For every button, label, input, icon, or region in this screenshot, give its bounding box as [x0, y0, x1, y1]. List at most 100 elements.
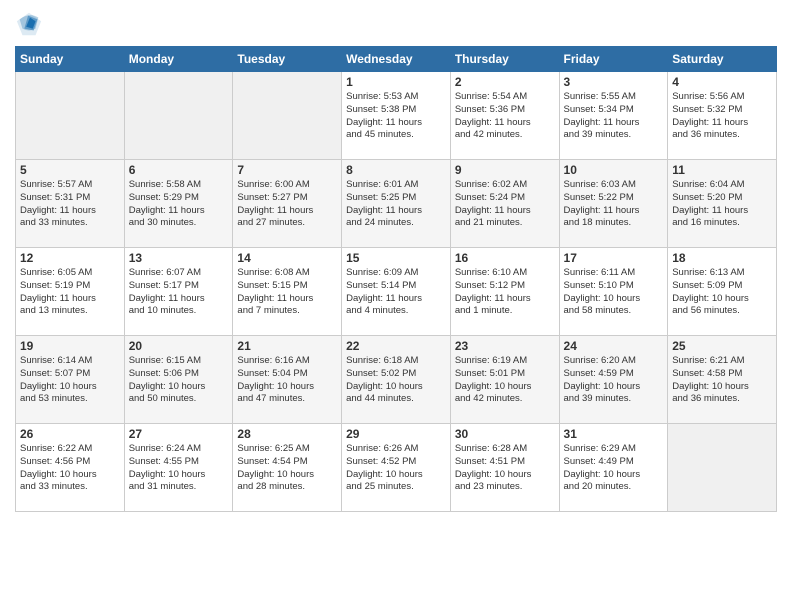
calendar-cell: 8 Sunrise: 6:01 AM Sunset: 5:25 PM Daylig…: [342, 160, 451, 248]
day-info: Sunrise: 6:26 AM Sunset: 4:52 PM Dayligh…: [346, 443, 446, 494]
day-number: 31: [564, 427, 664, 441]
day-number: 15: [346, 251, 446, 265]
calendar-cell: 31 Sunrise: 6:29 AM Sunset: 4:49 PM Dayli…: [559, 424, 668, 512]
day-number: 8: [346, 163, 446, 177]
calendar-day-header: Tuesday: [233, 47, 342, 72]
day-info: Sunrise: 6:00 AM Sunset: 5:27 PM Dayligh…: [237, 179, 337, 230]
day-number: 7: [237, 163, 337, 177]
day-number: 3: [564, 75, 664, 89]
day-info: Sunrise: 6:29 AM Sunset: 4:49 PM Dayligh…: [564, 443, 664, 494]
calendar-cell: 6 Sunrise: 5:58 AM Sunset: 5:29 PM Daylig…: [124, 160, 233, 248]
day-info: Sunrise: 5:53 AM Sunset: 5:38 PM Dayligh…: [346, 91, 446, 142]
day-number: 29: [346, 427, 446, 441]
day-info: Sunrise: 6:07 AM Sunset: 5:17 PM Dayligh…: [129, 267, 229, 318]
calendar-cell: 7 Sunrise: 6:00 AM Sunset: 5:27 PM Daylig…: [233, 160, 342, 248]
logo-icon: [15, 10, 43, 38]
calendar-day-header: Monday: [124, 47, 233, 72]
day-info: Sunrise: 5:54 AM Sunset: 5:36 PM Dayligh…: [455, 91, 555, 142]
calendar-cell: [233, 72, 342, 160]
day-number: 17: [564, 251, 664, 265]
day-info: Sunrise: 6:11 AM Sunset: 5:10 PM Dayligh…: [564, 267, 664, 318]
day-info: Sunrise: 6:02 AM Sunset: 5:24 PM Dayligh…: [455, 179, 555, 230]
calendar-cell: 29 Sunrise: 6:26 AM Sunset: 4:52 PM Dayli…: [342, 424, 451, 512]
day-number: 19: [20, 339, 120, 353]
day-number: 14: [237, 251, 337, 265]
day-number: 13: [129, 251, 229, 265]
day-info: Sunrise: 5:57 AM Sunset: 5:31 PM Dayligh…: [20, 179, 120, 230]
calendar-cell: 16 Sunrise: 6:10 AM Sunset: 5:12 PM Dayli…: [450, 248, 559, 336]
calendar-cell: 24Sunrise: 6:20 AM Sunset: 4:59 PM Dayli…: [559, 336, 668, 424]
calendar-cell: 30 Sunrise: 6:28 AM Sunset: 4:51 PM Dayli…: [450, 424, 559, 512]
day-number: 11: [672, 163, 772, 177]
calendar-table: SundayMondayTuesdayWednesdayThursdayFrid…: [15, 46, 777, 512]
calendar-cell: 12 Sunrise: 6:05 AM Sunset: 5:19 PM Dayli…: [16, 248, 125, 336]
calendar-header-row: SundayMondayTuesdayWednesdayThursdayFrid…: [16, 47, 777, 72]
day-info: Sunrise: 6:25 AM Sunset: 4:54 PM Dayligh…: [237, 443, 337, 494]
calendar-cell: 10Sunrise: 6:03 AM Sunset: 5:22 PM Dayli…: [559, 160, 668, 248]
calendar-cell: 25 Sunrise: 6:21 AM Sunset: 4:58 PM Dayli…: [668, 336, 777, 424]
calendar-cell: [16, 72, 125, 160]
day-info: Sunrise: 6:28 AM Sunset: 4:51 PM Dayligh…: [455, 443, 555, 494]
day-info: Sunrise: 6:16 AM Sunset: 5:04 PM Dayligh…: [237, 355, 337, 406]
calendar-cell: 23Sunrise: 6:19 AM Sunset: 5:01 PM Dayli…: [450, 336, 559, 424]
day-info: Sunrise: 6:13 AM Sunset: 5:09 PM Dayligh…: [672, 267, 772, 318]
calendar-cell: 28Sunrise: 6:25 AM Sunset: 4:54 PM Dayli…: [233, 424, 342, 512]
calendar-cell: 17 Sunrise: 6:11 AM Sunset: 5:10 PM Dayli…: [559, 248, 668, 336]
day-info: Sunrise: 6:21 AM Sunset: 4:58 PM Dayligh…: [672, 355, 772, 406]
day-number: 6: [129, 163, 229, 177]
day-number: 30: [455, 427, 555, 441]
day-number: 16: [455, 251, 555, 265]
calendar-cell: 15 Sunrise: 6:09 AM Sunset: 5:14 PM Dayli…: [342, 248, 451, 336]
calendar-cell: 5 Sunrise: 5:57 AM Sunset: 5:31 PM Daylig…: [16, 160, 125, 248]
calendar-cell: [124, 72, 233, 160]
day-number: 9: [455, 163, 555, 177]
calendar-week-row: 26Sunrise: 6:22 AM Sunset: 4:56 PM Dayli…: [16, 424, 777, 512]
calendar-cell: 1 Sunrise: 5:53 AM Sunset: 5:38 PM Daylig…: [342, 72, 451, 160]
calendar-cell: 13 Sunrise: 6:07 AM Sunset: 5:17 PM Dayli…: [124, 248, 233, 336]
day-info: Sunrise: 6:09 AM Sunset: 5:14 PM Dayligh…: [346, 267, 446, 318]
day-info: Sunrise: 5:55 AM Sunset: 5:34 PM Dayligh…: [564, 91, 664, 142]
calendar-week-row: 1 Sunrise: 5:53 AM Sunset: 5:38 PM Daylig…: [16, 72, 777, 160]
day-number: 4: [672, 75, 772, 89]
day-info: Sunrise: 6:24 AM Sunset: 4:55 PM Dayligh…: [129, 443, 229, 494]
calendar-week-row: 19 Sunrise: 6:14 AM Sunset: 5:07 PM Dayli…: [16, 336, 777, 424]
calendar-cell: 27Sunrise: 6:24 AM Sunset: 4:55 PM Dayli…: [124, 424, 233, 512]
calendar-cell: 19 Sunrise: 6:14 AM Sunset: 5:07 PM Dayli…: [16, 336, 125, 424]
calendar-week-row: 12 Sunrise: 6:05 AM Sunset: 5:19 PM Dayli…: [16, 248, 777, 336]
calendar-day-header: Sunday: [16, 47, 125, 72]
day-info: Sunrise: 6:08 AM Sunset: 5:15 PM Dayligh…: [237, 267, 337, 318]
header: [15, 10, 777, 38]
day-info: Sunrise: 6:15 AM Sunset: 5:06 PM Dayligh…: [129, 355, 229, 406]
day-number: 25: [672, 339, 772, 353]
day-info: Sunrise: 6:10 AM Sunset: 5:12 PM Dayligh…: [455, 267, 555, 318]
page-container: SundayMondayTuesdayWednesdayThursdayFrid…: [0, 0, 792, 522]
calendar-cell: 4Sunrise: 5:56 AM Sunset: 5:32 PM Daylig…: [668, 72, 777, 160]
calendar-cell: 9 Sunrise: 6:02 AM Sunset: 5:24 PM Daylig…: [450, 160, 559, 248]
day-number: 24: [564, 339, 664, 353]
day-info: Sunrise: 6:04 AM Sunset: 5:20 PM Dayligh…: [672, 179, 772, 230]
day-number: 5: [20, 163, 120, 177]
calendar-week-row: 5 Sunrise: 5:57 AM Sunset: 5:31 PM Daylig…: [16, 160, 777, 248]
day-number: 1: [346, 75, 446, 89]
logo: [15, 10, 47, 38]
calendar-cell: [668, 424, 777, 512]
day-info: Sunrise: 5:58 AM Sunset: 5:29 PM Dayligh…: [129, 179, 229, 230]
day-number: 12: [20, 251, 120, 265]
calendar-day-header: Saturday: [668, 47, 777, 72]
day-info: Sunrise: 6:03 AM Sunset: 5:22 PM Dayligh…: [564, 179, 664, 230]
day-number: 22: [346, 339, 446, 353]
calendar-cell: 11 Sunrise: 6:04 AM Sunset: 5:20 PM Dayli…: [668, 160, 777, 248]
calendar-cell: 22Sunrise: 6:18 AM Sunset: 5:02 PM Dayli…: [342, 336, 451, 424]
calendar-cell: 3 Sunrise: 5:55 AM Sunset: 5:34 PM Daylig…: [559, 72, 668, 160]
day-info: Sunrise: 6:05 AM Sunset: 5:19 PM Dayligh…: [20, 267, 120, 318]
calendar-cell: 2 Sunrise: 5:54 AM Sunset: 5:36 PM Daylig…: [450, 72, 559, 160]
calendar-cell: 18 Sunrise: 6:13 AM Sunset: 5:09 PM Dayli…: [668, 248, 777, 336]
day-info: Sunrise: 6:22 AM Sunset: 4:56 PM Dayligh…: [20, 443, 120, 494]
day-number: 18: [672, 251, 772, 265]
calendar-cell: 20 Sunrise: 6:15 AM Sunset: 5:06 PM Dayli…: [124, 336, 233, 424]
day-number: 20: [129, 339, 229, 353]
day-number: 2: [455, 75, 555, 89]
day-info: Sunrise: 6:14 AM Sunset: 5:07 PM Dayligh…: [20, 355, 120, 406]
day-info: Sunrise: 6:01 AM Sunset: 5:25 PM Dayligh…: [346, 179, 446, 230]
day-number: 23: [455, 339, 555, 353]
